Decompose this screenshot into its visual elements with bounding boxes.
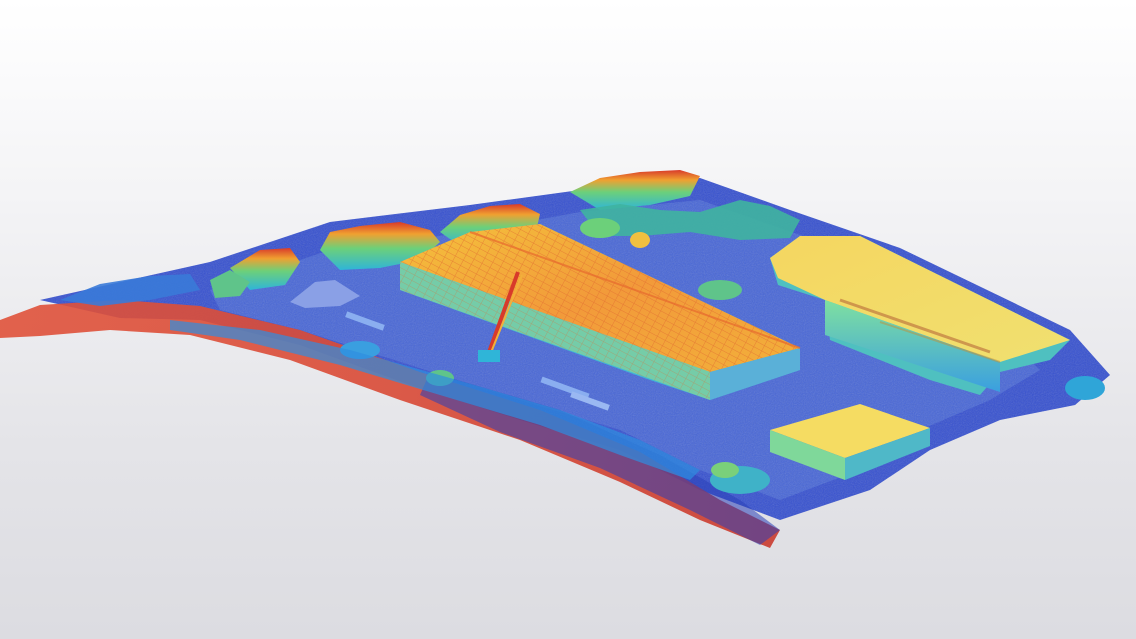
point-cloud-viewport[interactable] [0,0,1136,639]
point-cloud-render[interactable] [0,0,1136,639]
